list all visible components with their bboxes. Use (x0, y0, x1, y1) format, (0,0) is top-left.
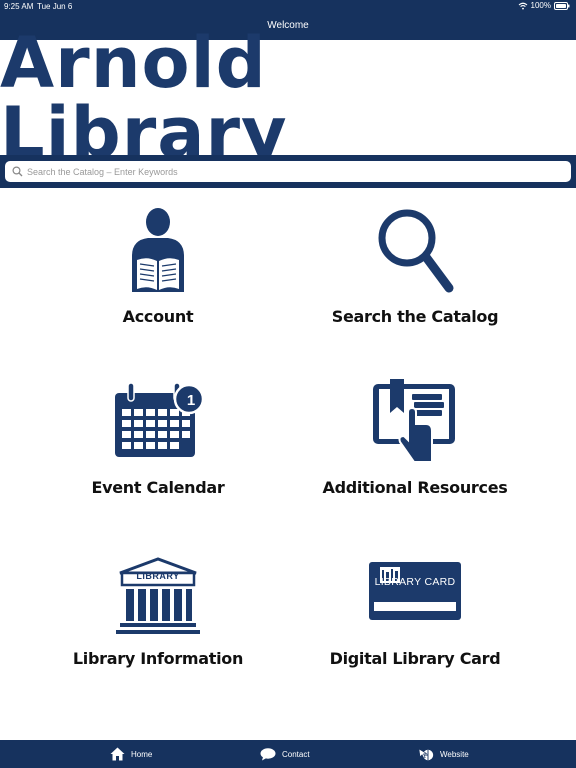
library-logo: Arnold Library (0, 21, 288, 174)
tab-website-label: Website (440, 749, 469, 759)
account-label: Account (122, 307, 194, 326)
website-icon (418, 748, 434, 761)
tab-contact[interactable]: Contact (260, 740, 310, 768)
library-sign-text: LIBRARY (136, 571, 180, 581)
search-catalog-label: Search the Catalog (331, 307, 499, 326)
library-information-label: Library Information (72, 649, 244, 668)
tab-home-label: Home (131, 749, 153, 759)
magnifier-icon (373, 202, 457, 298)
tab-contact-label: Contact (282, 749, 310, 759)
battery-icon (554, 1, 570, 10)
account-tile[interactable]: Account (28, 202, 288, 362)
battery-percent: 100% (530, 1, 551, 10)
digital-library-card-label: Digital Library Card (329, 649, 501, 668)
logo-banner: Arnold Library (0, 28, 576, 168)
tablet-book-icon (370, 373, 460, 469)
event-calendar-tile[interactable]: 1 Event Calendar (28, 373, 288, 533)
calendar-icon: 1 (110, 373, 206, 469)
search-catalog-tile[interactable]: Search the Catalog (285, 202, 545, 362)
wifi-icon (518, 2, 527, 9)
bottom-tab-bar: Home Contact Website (0, 740, 576, 768)
event-calendar-label: Event Calendar (91, 478, 225, 497)
search-icon (9, 164, 25, 180)
search-bar (0, 155, 576, 188)
additional-resources-tile[interactable]: Additional Resources (285, 373, 545, 533)
library-building-icon: LIBRARY (112, 544, 204, 640)
status-indicators: 100% (518, 1, 570, 10)
library-card-text: LIBRARY CARD (374, 576, 456, 588)
search-box[interactable] (5, 161, 571, 182)
catalog-search-input[interactable] (25, 166, 571, 177)
library-information-tile[interactable]: LIBRARY Library Information (28, 544, 288, 704)
status-time: 9:25 AM (4, 2, 34, 11)
digital-library-card-tile[interactable]: LIBRARY CARD Digital Library Card (285, 544, 545, 704)
home-icon (110, 747, 125, 761)
library-card-icon: LIBRARY CARD (368, 544, 462, 640)
additional-resources-label: Additional Resources (322, 478, 508, 497)
status-date: Tue Jun 6 (37, 2, 73, 11)
tab-website[interactable]: Website (418, 740, 469, 768)
calendar-badge: 1 (186, 391, 196, 409)
tab-home[interactable]: Home (110, 740, 152, 768)
reader-person-icon (126, 202, 190, 298)
chat-bubble-icon (260, 747, 276, 760)
